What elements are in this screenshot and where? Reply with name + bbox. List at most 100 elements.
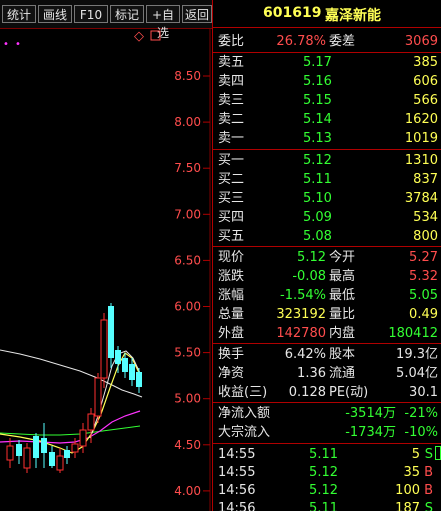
candle-body	[64, 450, 70, 458]
ask-label: 卖四	[218, 74, 245, 89]
f10-button[interactable]: F10	[74, 5, 108, 23]
candle-body	[23, 447, 31, 469]
quote-value-2: 5.05	[409, 288, 438, 303]
candle-body	[71, 443, 79, 453]
candle-body	[122, 358, 128, 372]
bid-row[interactable]: 买二 5.11 837	[213, 170, 441, 189]
flow-row: 大宗流入 -1734万 -10%	[213, 423, 441, 442]
ma-green-line	[0, 425, 141, 436]
bid-row[interactable]: 买一 5.12 1310	[213, 151, 441, 170]
stats-button[interactable]: 统计	[2, 5, 36, 23]
quote-label-2: 最高	[329, 269, 356, 284]
fundamental-row: 换手 6.42% 股本 19.3亿	[213, 345, 441, 364]
divider	[213, 343, 441, 344]
quote-label-2: 最低	[329, 288, 356, 303]
candle-body	[108, 306, 114, 358]
candle-body	[79, 429, 87, 447]
flow-amount: -1734万	[345, 425, 396, 440]
scroll-thumb[interactable]	[435, 446, 441, 460]
flow-amount: -3514万	[345, 406, 396, 421]
tick-price: 5.11	[309, 501, 338, 511]
kline-chart[interactable]: 8.50 8.00 7.50 7.00 6.50 6.00 5.50 5.00 4.50 4.00…	[0, 28, 212, 511]
candle-body	[136, 372, 142, 387]
ask-row[interactable]: 卖一 5.13 1019	[213, 129, 441, 148]
ask-row[interactable]: 卖二 5.14 1620	[213, 110, 441, 129]
weibi-value: 26.78%	[276, 34, 326, 49]
ask-row[interactable]: 卖五 5.17 385	[213, 53, 441, 72]
fundamental-value-2: 19.3亿	[396, 347, 438, 362]
ask-label: 卖一	[218, 131, 245, 146]
candle-body	[100, 319, 108, 379]
weibi-label: 委比	[218, 34, 245, 49]
quote-panel: 601619 嘉泽新能 委比 26.78% 委差 3069 卖五 5.17 38…	[212, 0, 441, 511]
bid-price: 5.12	[303, 153, 332, 168]
bid-price: 5.09	[303, 210, 332, 225]
flow-label: 净流入额	[218, 406, 271, 421]
ask-row[interactable]: 卖四 5.16 606	[213, 72, 441, 91]
candle-body	[87, 413, 95, 431]
weicha-label: 委差	[329, 34, 356, 49]
bid-volume: 1310	[404, 153, 438, 168]
price-tick-label: 6.00	[174, 300, 201, 314]
tick-volume: 5	[411, 447, 420, 462]
price-tick-label: 4.00	[174, 484, 201, 498]
price-tick-label: 8.50	[174, 69, 201, 83]
fundamental-value-2: 30.1	[409, 385, 438, 400]
draw-line-button[interactable]: 画线	[38, 5, 72, 23]
bid-volume: 800	[413, 229, 438, 244]
ask-volume: 1620	[404, 112, 438, 127]
ask-label: 卖五	[218, 55, 245, 70]
fundamental-label: 收益(三)	[218, 385, 268, 400]
quote-label: 总量	[218, 307, 245, 322]
bid-row[interactable]: 买五 5.08 800	[213, 227, 441, 246]
square-icon[interactable]	[150, 30, 161, 41]
fundamental-value: 1.36	[297, 366, 326, 381]
mark-button[interactable]: 标记	[110, 5, 144, 23]
tick-row: 14:55 5.11 5 S	[213, 446, 441, 464]
flow-pct: -21%	[404, 406, 438, 421]
flow-pct: -10%	[404, 425, 438, 440]
ask-row[interactable]: 卖三 5.15 566	[213, 91, 441, 110]
dot-marker: •	[3, 39, 9, 50]
tick-time: 14:55	[218, 465, 256, 480]
tick-side: B	[424, 465, 433, 480]
divider	[213, 402, 441, 403]
tick-side: S	[424, 501, 433, 511]
divider	[213, 149, 441, 150]
candle-body	[6, 445, 14, 461]
quote-label-2: 量比	[329, 307, 356, 322]
price-tick-label: 7.00	[174, 207, 201, 221]
tick-time: 14:55	[218, 447, 256, 462]
tick-row: 14:56 5.11 187 S	[213, 500, 441, 511]
ask-price: 5.13	[303, 131, 332, 146]
price-tick-label: 5.00	[174, 392, 201, 406]
tick-volume: 35	[403, 465, 420, 480]
fundamental-value: 6.42%	[284, 347, 326, 362]
candle-body	[56, 455, 64, 471]
fundamental-label-2: PE(动)	[329, 385, 369, 400]
diamond-icon[interactable]: ◇	[134, 29, 144, 44]
bid-row[interactable]: 买三 5.10 3784	[213, 189, 441, 208]
ask-label: 卖三	[218, 93, 245, 108]
back-button[interactable]: 返回	[182, 5, 212, 23]
add-favorite-button[interactable]: +自选	[146, 5, 180, 40]
tick-side: S	[424, 447, 433, 462]
bid-price: 5.11	[303, 172, 332, 187]
bid-volume: 837	[413, 172, 438, 187]
bid-row[interactable]: 买四 5.09 534	[213, 208, 441, 227]
stock-title-bar: 601619 嘉泽新能	[213, 0, 441, 28]
price-tick-label: 6.50	[174, 253, 201, 267]
dot-marker-2: •	[15, 39, 21, 50]
tick-volume: 100	[395, 483, 420, 498]
bid-label: 买一	[218, 153, 245, 168]
quote-value: 5.12	[297, 250, 326, 265]
bid-volume: 3784	[404, 191, 438, 206]
bid-label: 买二	[218, 172, 245, 187]
bid-volume: 534	[413, 210, 438, 225]
flow-row: 净流入额 -3514万 -21%	[213, 404, 441, 423]
bid-price: 5.10	[303, 191, 332, 206]
candle-body	[94, 377, 102, 417]
weicha-value: 3069	[404, 34, 438, 49]
ask-volume: 1019	[404, 131, 438, 146]
bid-label: 买五	[218, 229, 245, 244]
